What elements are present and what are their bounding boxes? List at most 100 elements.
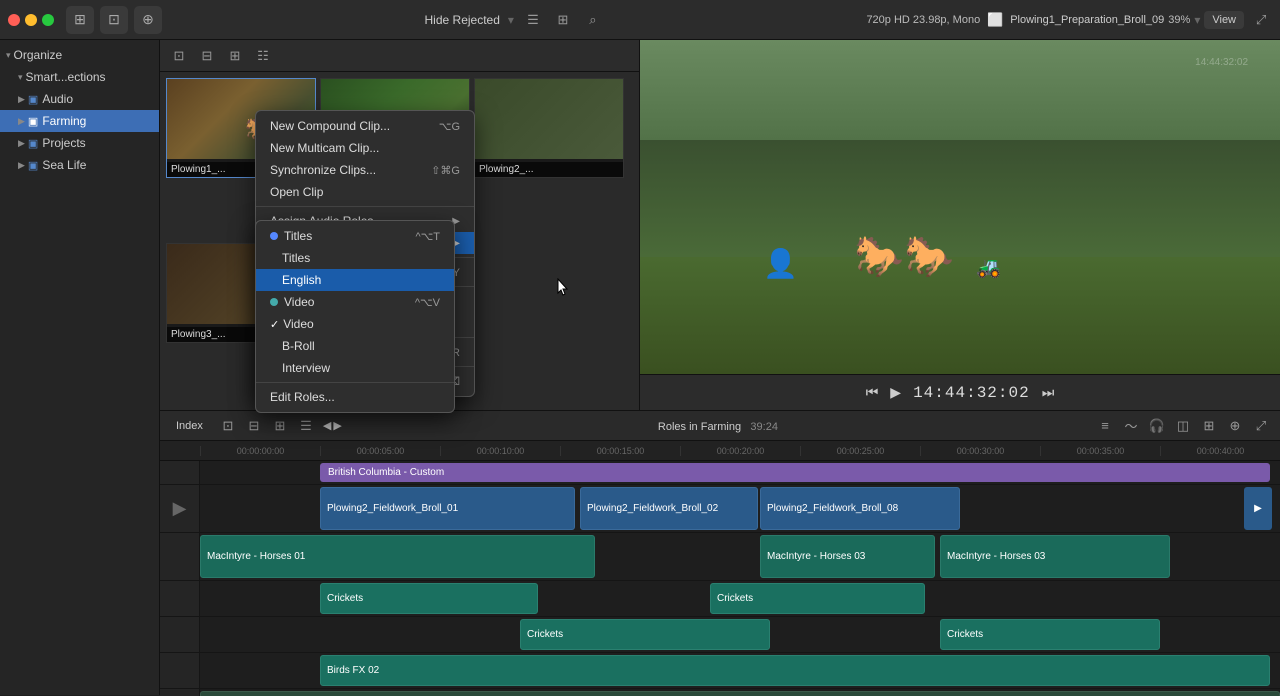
video-track-icon: ▶: [173, 498, 187, 519]
main-layout: ▾ Organize ▾ Smart...ections ▶ ▣ Audio ▶…: [0, 40, 1280, 695]
sub-edit-roles-item[interactable]: Edit Roles...: [256, 386, 454, 408]
sub-titles-label: Titles: [284, 229, 312, 243]
ruler-mark-1: 00:00:05:00: [320, 446, 440, 456]
sub-titles-sub-item[interactable]: Titles: [256, 247, 454, 269]
browser-tool2-icon[interactable]: ⊟: [196, 45, 218, 67]
timeline-tool3-icon[interactable]: ⊞: [269, 415, 291, 437]
clip3-label: Plowing2_...: [475, 162, 623, 177]
farming-arrow-icon: ▶: [18, 116, 25, 127]
index-tab-label[interactable]: Index: [168, 418, 211, 434]
clip-name-display: Plowing1_Preparation_Broll_09: [1010, 14, 1164, 26]
sidebar-item-sea-life[interactable]: ▶ ▣ Sea Life: [0, 154, 159, 176]
clip-thumb-3[interactable]: Plowing2_...: [474, 78, 624, 178]
video-clip-3[interactable]: Plowing2_Fieldwork_Broll_08: [760, 487, 960, 530]
top-center: Hide Rejected ▾ ☰ ⊞ ⌕: [425, 9, 604, 31]
list-view-icon[interactable]: ☰: [522, 9, 544, 31]
sub-english-item[interactable]: English: [256, 269, 454, 291]
video-frame: 🐎🐎 👤 🚜 14:44:32:02: [640, 40, 1280, 374]
ctx-synchronize[interactable]: Synchronize Clips... ⇧⌘G: [256, 159, 474, 181]
audio-clip-3[interactable]: MacIntyre - Horses 03: [940, 535, 1170, 578]
waveform-icon[interactable]: 〜: [1120, 415, 1142, 437]
timeline-view-icon[interactable]: ⊞: [1198, 415, 1220, 437]
timeline-tool2-icon[interactable]: ⊟: [243, 415, 265, 437]
fullscreen2-icon[interactable]: ⤢: [1250, 415, 1272, 437]
browser-tool3-icon[interactable]: ⊞: [224, 45, 246, 67]
browser-tool1-icon[interactable]: ⊡: [168, 45, 190, 67]
view-button[interactable]: View: [1204, 11, 1244, 29]
minimize-button[interactable]: [25, 14, 37, 26]
traffic-lights: [8, 14, 54, 26]
grid-view-icon[interactable]: ⊞: [552, 9, 574, 31]
track-content-crickets1: Crickets Crickets: [200, 581, 1280, 616]
library-icon[interactable]: ⊞: [66, 6, 94, 34]
cricket-clip-1[interactable]: Crickets: [320, 583, 538, 614]
headphone-icon[interactable]: 🎧: [1146, 415, 1168, 437]
play-button[interactable]: ▶: [890, 384, 901, 401]
ctx-open-clip[interactable]: Open Clip: [256, 181, 474, 203]
sidebar-item-farming[interactable]: ▶ ▣ Farming: [0, 110, 159, 132]
clip-icon[interactable]: ⬜: [984, 9, 1006, 31]
sub-interview-item[interactable]: Interview: [256, 357, 454, 379]
cricket-clip-3[interactable]: Crickets: [520, 619, 770, 650]
close-button[interactable]: [8, 14, 20, 26]
cricket-clip-4[interactable]: Crickets: [940, 619, 1160, 650]
track-header-audio1: [160, 533, 200, 580]
fullscreen-button[interactable]: [42, 14, 54, 26]
sea-life-arrow-icon: ▶: [18, 160, 25, 171]
video-clip-1[interactable]: Plowing2_Fieldwork_Broll_01: [320, 487, 575, 530]
ctx-new-compound[interactable]: New Compound Clip... ⌥G: [256, 115, 474, 137]
skip-back-button[interactable]: ⏮: [866, 384, 879, 401]
sub-video-item[interactable]: Video ^⌥V: [256, 291, 454, 313]
smart-collections-label: Smart...ections: [26, 70, 106, 84]
track-content-video: Plowing2_Fieldwork_Broll_01 Plowing2_Fie…: [200, 485, 1280, 532]
british-columbia-clip[interactable]: British Columbia - Custom: [320, 463, 1270, 482]
birds-clip[interactable]: Birds FX 02: [320, 655, 1270, 686]
ctx-new-multicam[interactable]: New Multicam Clip...: [256, 137, 474, 159]
ruler-mark-6: 00:00:30:00: [920, 446, 1040, 456]
nav-arrows: ◀ ▶: [323, 419, 342, 432]
sidebar-item-audio[interactable]: ▶ ▣ Audio: [0, 88, 159, 110]
media-import-icon[interactable]: ⊡: [100, 6, 128, 34]
skip-forward-button[interactable]: ⏭: [1042, 384, 1055, 401]
timecode-display: 14:44:32:02: [913, 384, 1030, 402]
search-icon[interactable]: ⌕: [582, 9, 604, 31]
ctx-open-clip-label: Open Clip: [270, 185, 323, 199]
sidebar-item-organize[interactable]: ▾ Organize: [0, 44, 159, 66]
organize-label: Organize: [14, 48, 63, 62]
ctx-new-compound-shortcut: ⌥G: [439, 120, 460, 133]
sub-english-label: English: [282, 273, 321, 287]
ruler-mark-3: 00:00:15:00: [560, 446, 680, 456]
track-content-audio1: MacIntyre - Horses 01 MacIntyre - Horses…: [200, 533, 1280, 580]
smart-collections-arrow-icon: ▾: [18, 72, 23, 83]
nav-back-button[interactable]: ◀: [323, 419, 331, 432]
sub-video-checked-item[interactable]: ✓ Video: [256, 313, 454, 335]
share-icon[interactable]: ⊕: [134, 6, 162, 34]
cricket-clip-2[interactable]: Crickets: [710, 583, 925, 614]
hide-rejected-btn[interactable]: Hide Rejected: [425, 13, 500, 27]
scene-ground: [640, 257, 1280, 374]
sidebar-item-smart-collections[interactable]: ▾ Smart...ections: [0, 66, 159, 88]
timeline-toolbar: Index ⊡ ⊟ ⊞ ☰ ◀ ▶ Roles in Farming 39:24…: [160, 411, 1280, 441]
sub-titles-sub-label: Titles: [282, 251, 310, 265]
sub-titles-item[interactable]: Titles ^⌥T: [256, 225, 454, 247]
video-track-end-btn[interactable]: ▶: [1244, 487, 1272, 530]
sidebar-item-projects[interactable]: ▶ ▣ Projects: [0, 132, 159, 154]
video-clip-2[interactable]: Plowing2_Fieldwork_Broll_02: [580, 487, 758, 530]
timeline-area: Index ⊡ ⊟ ⊞ ☰ ◀ ▶ Roles in Farming 39:24…: [160, 410, 1280, 695]
bottom-clip[interactable]: SS_60309 Still Life - Drops: [200, 691, 1280, 696]
browser-tool4-icon[interactable]: ☷: [252, 45, 274, 67]
audio-clip-1[interactable]: MacIntyre - Horses 01: [200, 535, 595, 578]
track-row-video: ▶ Plowing2_Fieldwork_Broll_01 Plowing2_F…: [160, 485, 1280, 533]
audio-lanes-icon[interactable]: ≡: [1094, 415, 1116, 437]
zoom-in-icon[interactable]: ⊕: [1224, 415, 1246, 437]
track-header-birds: [160, 653, 200, 688]
fullscreen-icon[interactable]: ⤢: [1250, 9, 1272, 31]
sub-titles-shortcut: ^⌥T: [415, 230, 440, 243]
audio-clip-2[interactable]: MacIntyre - Horses 03: [760, 535, 935, 578]
color-icon[interactable]: ◫: [1172, 415, 1194, 437]
timeline-right-tools: ≡ 〜 🎧 ◫ ⊞ ⊕ ⤢: [1094, 415, 1272, 437]
timeline-tool4-icon[interactable]: ☰: [295, 415, 317, 437]
timeline-tool1-icon[interactable]: ⊡: [217, 415, 239, 437]
nav-forward-button[interactable]: ▶: [333, 419, 341, 432]
sub-broll-item[interactable]: B-Roll: [256, 335, 454, 357]
